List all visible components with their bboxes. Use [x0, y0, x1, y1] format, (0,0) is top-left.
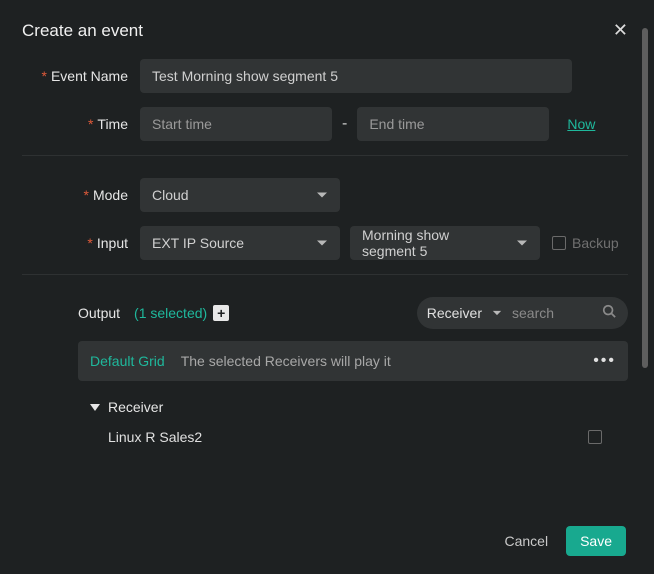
time-dash: -	[342, 115, 347, 133]
label-input: Input	[22, 235, 140, 251]
search-icon[interactable]	[602, 304, 616, 323]
create-event-modal: Create an event ✕ Event Name Time - Now …	[0, 0, 654, 574]
close-icon[interactable]: ✕	[613, 20, 628, 41]
chevron-down-icon	[316, 189, 328, 201]
output-count: (1 selected)	[134, 305, 207, 321]
divider-1	[22, 155, 628, 156]
backup-label: Backup	[572, 235, 619, 251]
tree-child-label: Linux R Sales2	[108, 429, 202, 445]
chevron-down-icon	[316, 237, 328, 249]
row-input: Input EXT IP Source Morning show segment…	[22, 226, 628, 260]
divider-2	[22, 274, 628, 275]
backup-checkbox[interactable]	[552, 236, 566, 250]
mode-select-value: Cloud	[152, 187, 189, 203]
receiver-filter-dropdown[interactable]: Receiver	[427, 305, 502, 321]
form: Event Name Time - Now Mode Cloud Input E…	[0, 47, 654, 445]
cancel-button[interactable]: Cancel	[504, 533, 548, 549]
event-name-input[interactable]	[140, 59, 572, 93]
grid-name[interactable]: Default Grid	[90, 353, 165, 369]
input-source-value: EXT IP Source	[152, 235, 244, 251]
input-segment-select[interactable]: Morning show segment 5	[350, 226, 540, 260]
receiver-tree: Receiver Linux R Sales2	[90, 399, 628, 445]
add-output-button[interactable]: +	[213, 305, 229, 321]
grid-description: The selected Receivers will play it	[181, 353, 391, 369]
label-time: Time	[22, 116, 140, 132]
label-event-name: Event Name	[22, 68, 140, 84]
mode-select[interactable]: Cloud	[140, 178, 340, 212]
end-time-input[interactable]	[357, 107, 549, 141]
tree-child-checkbox[interactable]	[588, 430, 602, 444]
tree-child-row: Linux R Sales2	[108, 429, 628, 445]
more-icon[interactable]: •••	[593, 352, 616, 370]
receiver-filter-label: Receiver	[427, 305, 482, 321]
chevron-down-icon	[516, 237, 528, 249]
modal-footer: Cancel Save	[504, 526, 626, 556]
tree-node-label: Receiver	[108, 399, 163, 415]
scrollbar[interactable]	[642, 28, 648, 368]
output-header: Output (1 selected) + Receiver	[78, 297, 628, 329]
output-left: Output (1 selected) +	[78, 305, 229, 321]
save-button[interactable]: Save	[566, 526, 626, 556]
backup-checkbox-wrap[interactable]: Backup	[552, 235, 619, 251]
row-time: Time - Now	[22, 107, 628, 141]
caret-down-icon	[90, 402, 108, 412]
tree-node-receiver[interactable]: Receiver	[90, 399, 628, 415]
row-mode: Mode Cloud	[22, 178, 628, 212]
modal-title: Create an event	[22, 21, 143, 41]
now-link[interactable]: Now	[567, 116, 595, 132]
grid-banner: Default Grid The selected Receivers will…	[78, 341, 628, 381]
input-segment-value: Morning show segment 5	[362, 227, 506, 259]
modal-header: Create an event ✕	[0, 0, 654, 47]
chevron-down-icon	[492, 308, 502, 318]
output-search-wrap: Receiver	[417, 297, 628, 329]
label-mode: Mode	[22, 187, 140, 203]
output-search-input[interactable]	[512, 305, 602, 321]
label-output: Output	[78, 305, 130, 321]
input-source-select[interactable]: EXT IP Source	[140, 226, 340, 260]
start-time-input[interactable]	[140, 107, 332, 141]
row-event-name: Event Name	[22, 59, 628, 93]
